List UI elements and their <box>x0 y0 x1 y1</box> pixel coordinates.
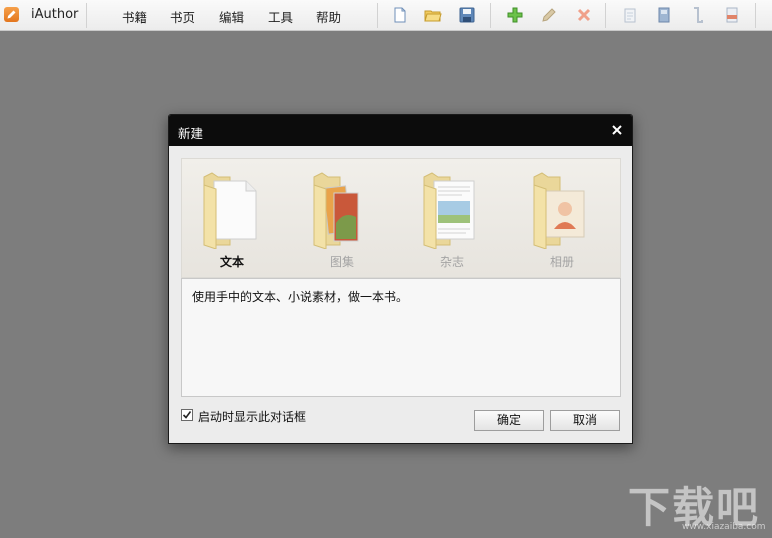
menu-pages[interactable]: 书页 <box>170 7 195 26</box>
checkmark-icon <box>182 411 192 419</box>
template-panel: 文本 图集 杂志 相册 <box>181 158 621 278</box>
menu-tools[interactable]: 工具 <box>268 7 293 26</box>
text-folder-icon <box>203 172 257 249</box>
show-on-startup-label: 启动时显示此对话框 <box>198 410 307 424</box>
cancel-button[interactable]: 取消 <box>550 410 620 431</box>
template-magazine-label: 杂志 <box>439 255 464 269</box>
pencil-icon <box>4 7 19 22</box>
book-icon[interactable] <box>655 6 673 24</box>
divider <box>86 3 87 28</box>
app-name: iAuthor <box>31 7 79 22</box>
divider <box>490 3 491 28</box>
template-magazine[interactable]: 杂志 <box>402 159 512 277</box>
open-folder-icon[interactable] <box>424 6 442 24</box>
menu-help[interactable]: 帮助 <box>316 7 341 26</box>
menu-edit[interactable]: 编辑 <box>219 7 244 26</box>
watermark-url: www.xiazaiba.com <box>682 522 766 532</box>
dialog-title: 新建 <box>178 126 204 141</box>
template-gallery[interactable]: 图集 <box>292 159 402 277</box>
template-album[interactable]: 相册 <box>512 159 622 277</box>
template-gallery-label: 图集 <box>329 255 354 269</box>
export-icon[interactable] <box>723 6 741 24</box>
divider <box>755 3 756 28</box>
description-box: 使用手中的文本、小说素材，做一本书。 <box>181 278 621 397</box>
edit-icon[interactable] <box>540 6 558 24</box>
close-icon[interactable] <box>610 123 624 137</box>
album-folder-icon <box>533 172 585 249</box>
dialog-titlebar: 新建 <box>169 115 632 146</box>
page-icon[interactable] <box>621 6 639 24</box>
divider <box>605 3 606 28</box>
divider <box>377 3 378 28</box>
watermark: 下载吧 www.xiazaiba.com <box>628 474 768 534</box>
save-icon[interactable] <box>458 6 476 24</box>
template-album-label: 相册 <box>549 255 574 269</box>
gallery-folder-icon <box>313 172 359 249</box>
new-file-icon[interactable] <box>391 6 409 24</box>
bookmark-icon[interactable] <box>689 6 707 24</box>
ok-button[interactable]: 确定 <box>474 410 544 431</box>
delete-icon[interactable] <box>575 6 593 24</box>
checkbox[interactable] <box>181 409 193 421</box>
template-text-label: 文本 <box>219 255 244 269</box>
magazine-folder-icon <box>423 172 475 249</box>
top-bar: iAuthor 书籍 书页 编辑 工具 帮助 <box>0 0 772 31</box>
menu-books[interactable]: 书籍 <box>122 7 147 26</box>
add-icon[interactable] <box>506 6 524 24</box>
template-description: 使用手中的文本、小说素材，做一本书。 <box>192 290 409 304</box>
new-dialog: 新建 文本 图集 杂志 相册 使用手中的文本、小说素材，做一本书。 启动时显示此… <box>168 114 633 444</box>
template-text[interactable]: 文本 <box>182 159 292 277</box>
